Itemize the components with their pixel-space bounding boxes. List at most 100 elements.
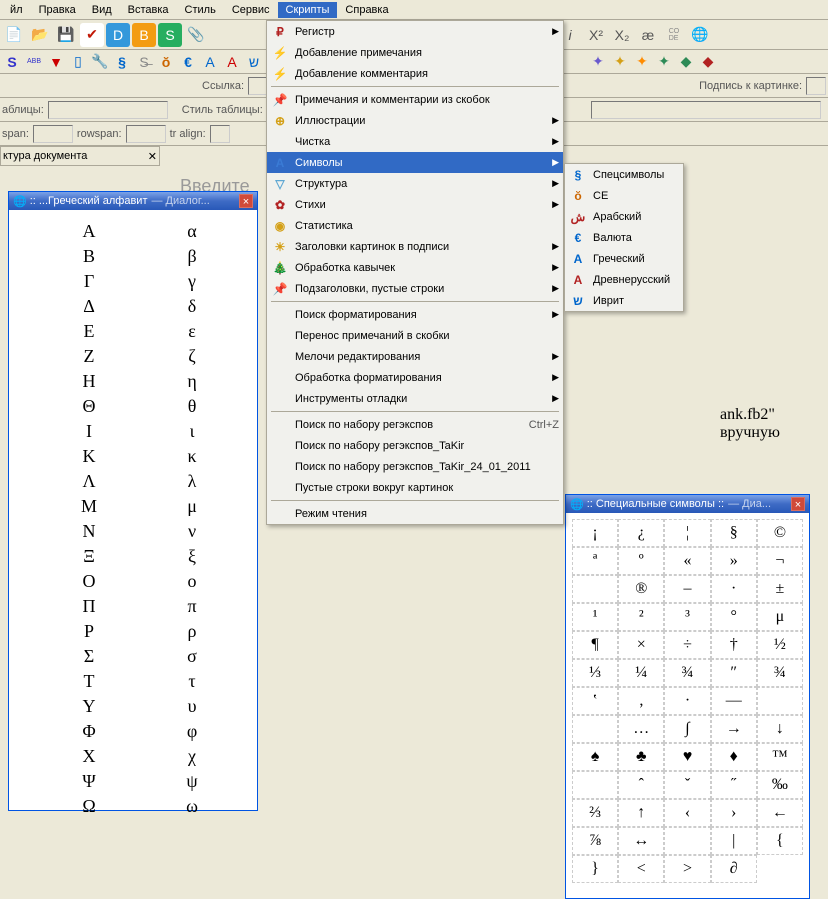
symbol-cell[interactable]: → [711, 715, 757, 743]
menu-item[interactable]: ☀Заголовки картинок в подписи▶ [267, 236, 563, 257]
check-icon[interactable]: ✔ [80, 23, 104, 47]
symbol-cell[interactable]: « [664, 547, 710, 575]
close-icon[interactable]: ✕ [148, 150, 157, 163]
symbol-cell[interactable]: ‚ [618, 687, 664, 715]
symbol-cell[interactable] [572, 715, 618, 743]
symbol-cell[interactable]: ‹ [664, 799, 710, 827]
strike-s-icon[interactable]: S̶ [134, 52, 154, 72]
greek-letter[interactable]: Κ [31, 445, 147, 468]
ae-icon[interactable]: æ [636, 23, 660, 47]
menu-item[interactable]: AГреческий [565, 248, 683, 269]
greek-letter[interactable]: Ω [31, 795, 147, 818]
db-d-icon[interactable]: D [106, 23, 130, 47]
code-icon[interactable]: CO DE [662, 23, 686, 47]
symbol-cell[interactable]: } [572, 855, 618, 883]
symbol-cell[interactable]: – [664, 575, 710, 603]
greek-letter[interactable]: Ρ [31, 620, 147, 643]
clip-green-icon[interactable]: ◆ [676, 52, 696, 72]
menu-item[interactable]: Инструменты отладки▶ [267, 388, 563, 409]
greek-letter[interactable]: Σ [31, 645, 147, 668]
symbol-cell[interactable]: ¿ [618, 519, 664, 547]
triangle-a2-icon[interactable]: A [222, 52, 242, 72]
greek-letter[interactable]: Ι [31, 420, 147, 443]
menu-item[interactable]: 📌Примечания и комментарии из скобок [267, 89, 563, 110]
db-s-icon[interactable]: S [158, 23, 182, 47]
symbol-cell[interactable]: © [757, 519, 803, 547]
menu-item[interactable]: ⊕Иллюстрации▶ [267, 110, 563, 131]
sup-icon[interactable]: X² [584, 23, 608, 47]
clip-red-icon[interactable]: ◆ [698, 52, 718, 72]
star2-icon[interactable]: ✦ [610, 52, 630, 72]
menu-item[interactable]: Перенос примечаний в скобки [267, 325, 563, 346]
symbol-cell[interactable]: » [711, 547, 757, 575]
symbol-cell[interactable]: † [711, 631, 757, 659]
menu-item[interactable]: ◉Статистика [267, 215, 563, 236]
menu-item[interactable]: §Спецсимволы [565, 164, 683, 185]
symbol-cell[interactable]: º [618, 547, 664, 575]
symbol-cell[interactable]: ∫ [664, 715, 710, 743]
greek-letter[interactable]: β [149, 245, 235, 268]
menu-item[interactable]: €Валюта [565, 227, 683, 248]
greek-letter[interactable]: Η [31, 370, 147, 393]
greek-letter[interactable]: π [149, 595, 235, 618]
symbol-cell[interactable]: ¦ [664, 519, 710, 547]
symbol-cell[interactable]: ¶ [572, 631, 618, 659]
symbol-cell[interactable]: ¹ [572, 603, 618, 631]
symbol-cell[interactable]: › [711, 799, 757, 827]
symbol-cell[interactable] [664, 827, 710, 855]
greek-letter[interactable]: α [149, 220, 235, 243]
symbol-cell[interactable]: ¬ [757, 547, 803, 575]
symbol-cell[interactable]: ↓ [757, 715, 803, 743]
symbol-cell[interactable]: ® [618, 575, 664, 603]
symbol-cell[interactable]: ± [757, 575, 803, 603]
greek-letter[interactable]: η [149, 370, 235, 393]
wrench-icon[interactable]: 🔧 [90, 52, 110, 72]
menu-item[interactable]: Поиск по набору регэкспов_TaKir_24_01_20… [267, 456, 563, 477]
menu-item[interactable]: Пустые строки вокруг картинок [267, 477, 563, 498]
menu-стиль[interactable]: Стиль [177, 2, 224, 18]
symbol-cell[interactable]: ⅞ [572, 827, 618, 855]
close-icon[interactable]: × [239, 194, 253, 208]
greek-letter[interactable]: ε [149, 320, 235, 343]
menu-вид[interactable]: Вид [84, 2, 120, 18]
tralign-input[interactable] [210, 125, 230, 143]
symbol-cell[interactable]: ‰ [757, 771, 803, 799]
link-input[interactable] [248, 77, 268, 95]
menu-item[interactable]: AДревнерусский [565, 269, 683, 290]
greek-letter[interactable]: μ [149, 495, 235, 518]
greek-letter[interactable]: χ [149, 745, 235, 768]
new-icon[interactable]: 📄 [2, 23, 26, 47]
greek-letter[interactable]: φ [149, 720, 235, 743]
greek-letter[interactable]: ζ [149, 345, 235, 368]
greek-letter[interactable]: Λ [31, 470, 147, 493]
menu-справка[interactable]: Справка [337, 2, 396, 18]
symbol-cell[interactable]: | [711, 827, 757, 855]
abb-icon[interactable]: ABB [24, 52, 44, 72]
menu-item[interactable]: Чистка▶ [267, 131, 563, 152]
o-symbol-icon[interactable]: ŏ [156, 52, 176, 72]
symbol-cell[interactable]: ♠ [572, 743, 618, 771]
greek-letter[interactable]: ω [149, 795, 235, 818]
menu-item[interactable]: ⚡Добавление комментария [267, 63, 563, 84]
greek-letter[interactable]: Ζ [31, 345, 147, 368]
greek-letter[interactable]: θ [149, 395, 235, 418]
symbol-cell[interactable]: > [664, 855, 710, 883]
symbol-cell[interactable]: ↑ [618, 799, 664, 827]
menu-item[interactable]: Поиск форматирования▶ [267, 304, 563, 325]
euro-icon[interactable]: € [178, 52, 198, 72]
symbol-cell[interactable]: μ [757, 603, 803, 631]
symbol-cell[interactable]: ¡ [572, 519, 618, 547]
symbol-cell[interactable]: { [757, 827, 803, 855]
greek-letter[interactable]: Υ [31, 695, 147, 718]
greek-letter[interactable]: σ [149, 645, 235, 668]
greek-letter[interactable]: Μ [31, 495, 147, 518]
star1-icon[interactable]: ✦ [588, 52, 608, 72]
triangle-a-icon[interactable]: A [200, 52, 220, 72]
globe-icon[interactable]: 🌐 [688, 23, 712, 47]
open-icon[interactable]: 📂 [28, 23, 52, 47]
symbol-cell[interactable]: ♣ [618, 743, 664, 771]
save-icon[interactable]: 💾 [54, 23, 78, 47]
menu-item[interactable]: Мелочи редактирования▶ [267, 346, 563, 367]
symbol-cell[interactable]: < [618, 855, 664, 883]
greek-letter[interactable]: Ν [31, 520, 147, 543]
